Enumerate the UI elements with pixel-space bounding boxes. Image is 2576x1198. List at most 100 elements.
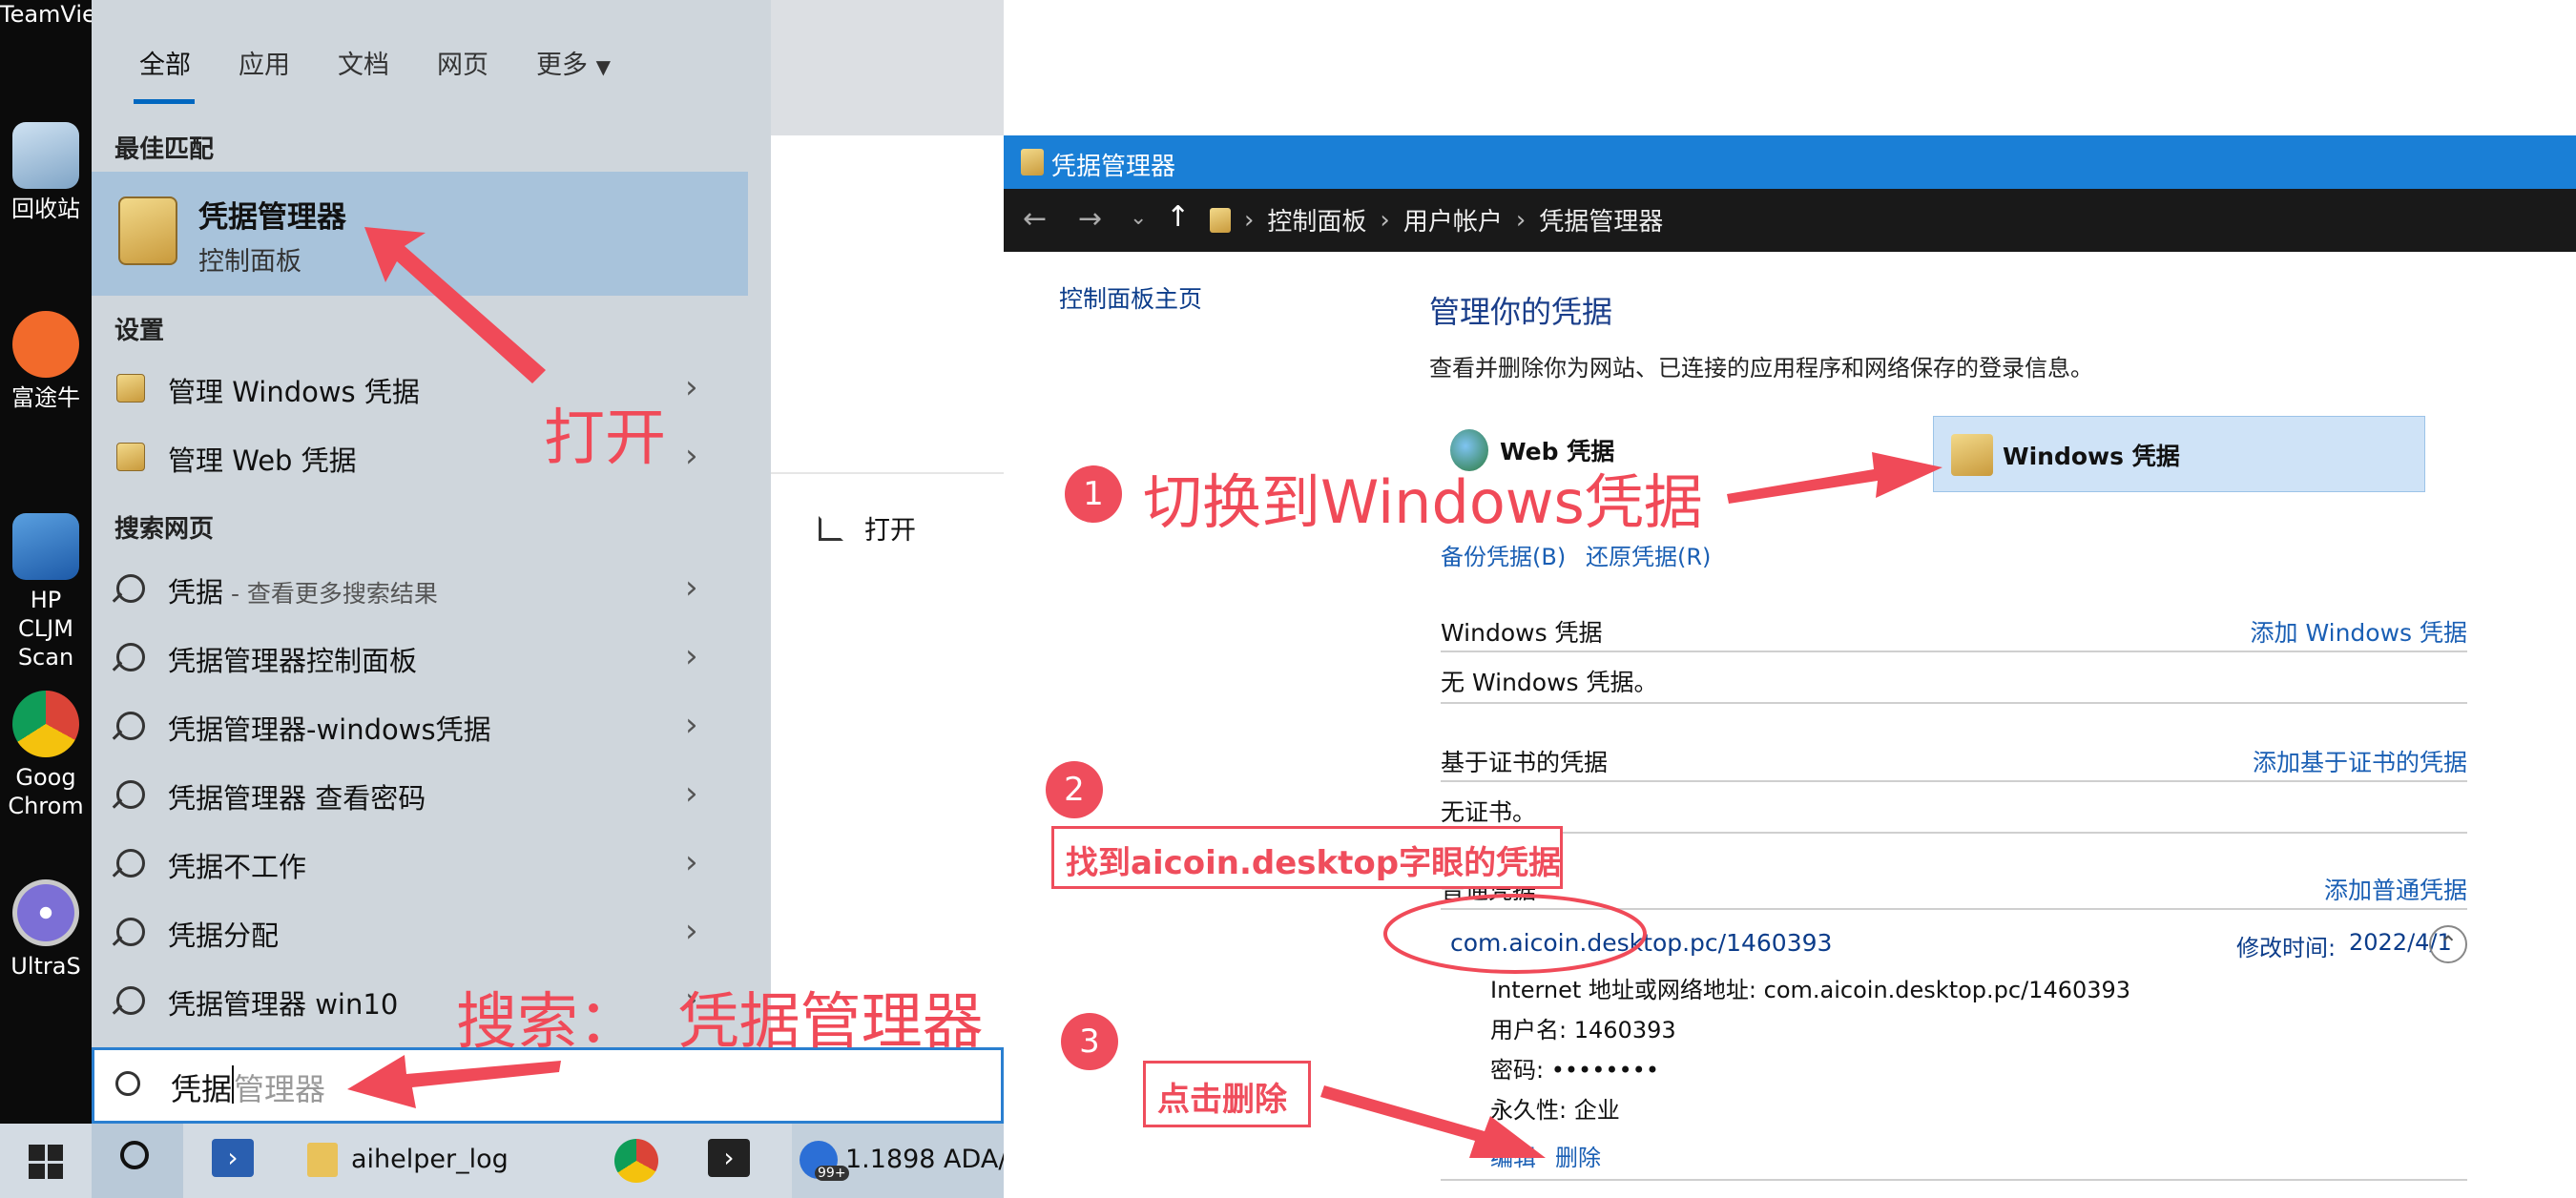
chrome-icon <box>12 691 79 757</box>
web-item-label: 凭据分配 <box>168 919 280 952</box>
page-description: 查看并删除你为网站、已连接的应用程序和网络保存的登录信息。 <box>1429 355 2093 382</box>
annotation-open: 打开 <box>544 403 666 474</box>
credential-entry-name: com.aicoin.desktop.pc/1460393 <box>1450 929 1833 957</box>
terminal-icon[interactable]: › <box>708 1139 750 1177</box>
detail-value: 企业 <box>1573 1097 1620 1124</box>
search-icon[interactable] <box>92 1124 183 1198</box>
folder-icon <box>307 1143 338 1177</box>
desktop-icon-chrome[interactable]: Goog Chrom <box>0 691 92 820</box>
preview-open-action[interactable]: 打开 <box>819 509 916 547</box>
step-badge-2: 2 <box>1046 761 1103 818</box>
chevron-right-icon: › <box>685 706 698 744</box>
annotation-step-1: 切换到Windows凭据 <box>1143 467 1703 537</box>
desktop-icon-label: 回收站 <box>11 196 80 222</box>
windows-start-icon[interactable] <box>29 1145 63 1179</box>
ultraiso-icon <box>12 879 79 946</box>
chevron-right-icon: › <box>685 912 698 950</box>
divider <box>1441 780 2467 782</box>
breadcrumb-item[interactable]: 控制面板 <box>1267 202 1366 238</box>
search-icon <box>116 643 145 671</box>
search-results-list: 全部 应用 文档 网页 更多 ▼ 最佳匹配 凭据管理器 控制面板 设置 管理 W… <box>92 0 771 1047</box>
add-windows-credential-link[interactable]: 添加 Windows 凭据 <box>2251 614 2468 649</box>
tab-windows-credentials[interactable]: Windows 凭据 <box>1933 416 2425 492</box>
preview-pane: 打开 <box>771 135 1004 1047</box>
annotation-search: 搜索： 凭据管理器 <box>456 987 984 1058</box>
search-icon <box>116 780 145 809</box>
tab-all[interactable]: 全部 <box>139 44 191 81</box>
restore-credentials-link[interactable]: 还原凭据(R) <box>1586 538 1711 571</box>
detail-password: 密码: •••••••• <box>1490 1051 1659 1084</box>
credential-icon <box>116 443 145 471</box>
section-title: 基于证书的凭据 <box>1441 749 1609 776</box>
desktop-icon-hp-scan[interactable]: HP CLJM Scan <box>0 513 92 671</box>
credential-entry[interactable]: com.aicoin.desktop.pc/1460393 修改时间: 2022… <box>1441 916 2467 973</box>
search-icon <box>116 712 145 740</box>
back-icon[interactable]: ← <box>1023 202 1047 236</box>
search-typed-text: 凭据 <box>171 1071 233 1107</box>
web-item[interactable]: 凭据分配 › <box>92 898 748 967</box>
detail-value: •••••••• <box>1550 1057 1659 1084</box>
web-item[interactable]: 凭据不工作 › <box>92 830 748 898</box>
tab-documents[interactable]: 文档 <box>338 44 389 81</box>
open-external-icon <box>819 515 843 541</box>
taskbar-item-aihelper-log[interactable]: aihelper_log <box>303 1124 580 1198</box>
chevron-right-icon: › <box>685 843 698 881</box>
empty-message: 无 Windows 凭据。 <box>1441 669 1658 696</box>
divider <box>771 472 1004 474</box>
breadcrumb-item[interactable]: 凭据管理器 <box>1539 202 1663 238</box>
web-item[interactable]: 凭据管理器控制面板 › <box>92 624 748 692</box>
web-item-suffix: - 查看更多搜索结果 <box>223 580 438 608</box>
sidebar-home-link[interactable]: 控制面板主页 <box>1059 280 1202 315</box>
desktop-icon-futu[interactable]: 富途牛 <box>0 311 92 412</box>
edit-credential-link[interactable]: 编辑 <box>1490 1139 1536 1172</box>
web-item[interactable]: 凭据管理器 查看密码 › <box>92 761 748 830</box>
best-match-item[interactable]: 凭据管理器 控制面板 <box>92 172 748 296</box>
chevron-down-icon[interactable]: ⌄ <box>1130 206 1147 230</box>
divider <box>1441 702 2467 704</box>
web-item-label: 凭据 <box>168 576 224 609</box>
best-match-subtitle: 控制面板 <box>198 247 301 277</box>
search-icon <box>116 986 145 1015</box>
chevron-right-icon: › <box>685 775 698 813</box>
tab-more[interactable]: 更多 ▼ <box>536 44 611 81</box>
preview-open-label: 打开 <box>864 516 916 546</box>
web-item[interactable]: 凭据管理器-windows凭据 › <box>92 692 748 761</box>
desktop-icon-recycle-bin[interactable]: 回收站 <box>0 122 92 223</box>
taskbar-item-ada[interactable]: 99+ 1.1898 ADA/U <box>792 1124 1004 1198</box>
web-item-label: 凭据管理器-windows凭据 <box>168 713 491 746</box>
chevron-right-icon: › <box>685 568 698 607</box>
forward-icon[interactable]: → <box>1078 202 1102 236</box>
best-match-title: 凭据管理器 <box>198 200 346 235</box>
web-item[interactable]: 凭据 - 查看更多搜索结果 › <box>92 555 748 624</box>
powershell-icon[interactable]: › <box>212 1139 254 1177</box>
delete-credential-link[interactable]: 删除 <box>1555 1139 1601 1172</box>
breadcrumb-item[interactable]: 用户帐户 <box>1403 202 1503 238</box>
detail-value: com.aicoin.desktop.pc/1460393 <box>1763 977 2131 1003</box>
search-icon <box>116 849 145 878</box>
annotation-step-2: 找到aicoin.desktop字眼的凭据 <box>1051 826 1563 889</box>
search-icon <box>116 918 145 946</box>
chevron-up-icon[interactable]: ⌃ <box>2429 925 2467 963</box>
desktop-icon-teamviewer[interactable]: TeamVie <box>0 0 96 29</box>
chevron-right-icon: › <box>1515 205 1527 235</box>
address-bar: ← → ⌄ ↑ › 控制面板 › 用户帐户 › 凭据管理器 <box>1004 189 2576 252</box>
chevron-right-icon: › <box>685 368 698 406</box>
divider <box>1441 1179 2467 1181</box>
desktop-icon-label: HP CLJM <box>18 587 73 642</box>
tab-web[interactable]: 网页 <box>437 44 488 81</box>
recycle-bin-icon <box>12 122 79 189</box>
desktop-icon-label: 富途牛 <box>11 384 80 411</box>
desktop-icon-ultraiso[interactable]: UltraS <box>0 879 92 981</box>
backup-credentials-link[interactable]: 备份凭据(B) <box>1441 538 1566 571</box>
credential-manager-icon <box>118 196 177 265</box>
add-certificate-credential-link[interactable]: 添加基于证书的凭据 <box>2253 744 2467 778</box>
tab-apps[interactable]: 应用 <box>239 44 290 81</box>
up-icon[interactable]: ↑ <box>1166 200 1190 234</box>
web-item-label: 凭据管理器控制面板 <box>168 645 418 677</box>
add-generic-credential-link[interactable]: 添加普通凭据 <box>2324 872 2467 906</box>
chrome-icon[interactable] <box>614 1139 658 1183</box>
divider <box>1441 908 2467 910</box>
hp-scan-icon <box>12 513 79 580</box>
web-item-label: 凭据管理器 win10 <box>168 988 399 1021</box>
search-icon <box>116 574 145 603</box>
